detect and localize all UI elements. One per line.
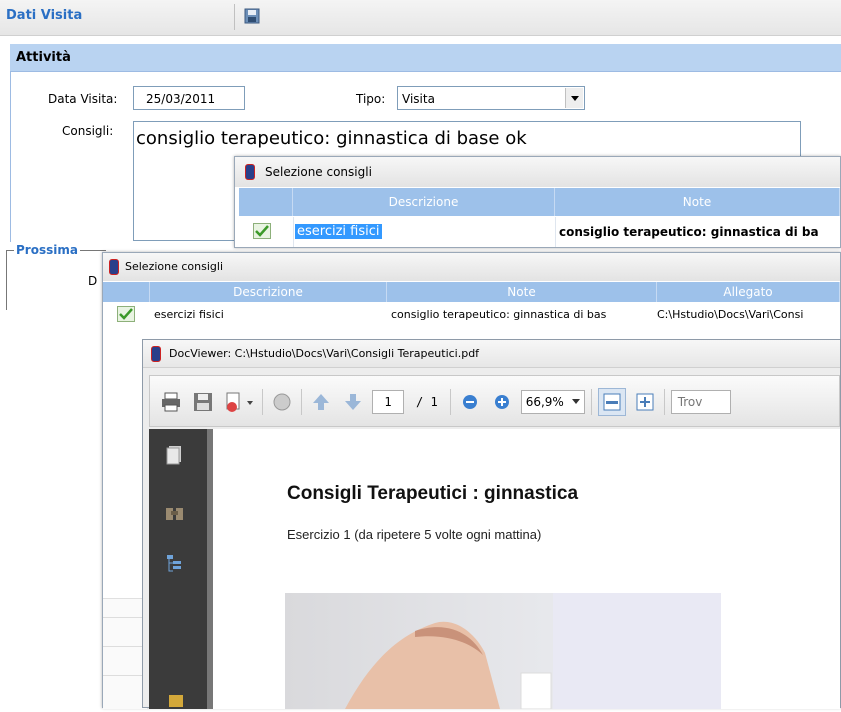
check-icon[interactable] [253, 223, 271, 239]
dialog1-rowheader-col [239, 188, 293, 216]
grid-line [293, 217, 294, 247]
dialog2-header-allegato[interactable]: Allegato [657, 282, 840, 302]
app-icon [109, 259, 119, 275]
chevron-down-icon [571, 96, 579, 101]
save-icon[interactable] [190, 389, 216, 415]
zoom-in-icon[interactable] [489, 389, 515, 415]
data-visita-field[interactable]: 25/03/2011 [133, 86, 245, 110]
d-label: D [88, 274, 98, 288]
consigli-label: Consigli: [62, 124, 114, 138]
data-visita-label: Data Visita: [48, 92, 118, 106]
page-number-value: 1 [384, 395, 392, 409]
pdf-page: Consigli Terapeutici : ginnastica Eserci… [213, 429, 840, 710]
next-page-icon[interactable] [340, 389, 366, 415]
app-icon [245, 164, 255, 180]
bookmarks-panel-icon[interactable] [165, 553, 185, 575]
find-input[interactable]: Trov [670, 390, 731, 414]
header-title: Dati Visita [6, 8, 83, 23]
pdf-side-panel [149, 429, 207, 709]
dialog1-row-descrizione[interactable]: esercizi fisici [295, 224, 382, 239]
hand-tool-icon[interactable] [269, 389, 295, 415]
page-number-input[interactable]: 1 [372, 390, 404, 414]
data-visita-value: 25/03/2011 [146, 92, 216, 106]
prossima-label: Prossima [14, 243, 80, 257]
dialog1-header-descrizione[interactable]: Descrizione [293, 188, 555, 216]
dialog1-titlebar[interactable]: Selezione consigli [235, 157, 840, 187]
zoom-out-icon[interactable] [457, 389, 483, 415]
pdf-page-area: Consigli Terapeutici : ginnastica Eserci… [207, 429, 840, 710]
form-left-border [10, 72, 11, 242]
dialog2-header-note[interactable]: Note [387, 282, 657, 302]
table-row[interactable]: esercizi fisici consiglio terapeutico: g… [103, 303, 840, 325]
dialog2-row-allegato: C:\Hstudio\Docs\Vari\Consi [657, 307, 804, 321]
section-attivita: Attività [10, 44, 841, 72]
attachments-panel-icon[interactable] [163, 503, 187, 525]
exercise-photo [285, 593, 721, 710]
doc-title: Consigli Terapeutici : ginnastica [287, 483, 579, 504]
dialog2-row-note: consiglio terapeutico: ginnastica di bas [391, 307, 607, 321]
dialog2-rowheader-col [103, 282, 150, 302]
docviewer-titlebar[interactable]: DocViewer: C:\Hstudio\Docs\Vari\Consigli… [143, 340, 840, 368]
toolbar-separator [301, 389, 302, 415]
zoom-value: 66,9% [525, 395, 564, 409]
page-total: / 1 [416, 395, 438, 409]
save-disk-icon[interactable] [244, 8, 260, 24]
app-icon [151, 346, 161, 362]
docviewer-title: DocViewer: C:\Hstudio\Docs\Vari\Consigli… [169, 347, 480, 360]
tipo-label: Tipo: [356, 92, 386, 106]
dialog1-row-note: consiglio terapeutico: ginnastica di ba [559, 225, 819, 239]
check-icon[interactable] [117, 306, 135, 322]
dialog2-lower-left-area [103, 598, 147, 709]
previous-page-icon[interactable] [308, 389, 334, 415]
section-title: Attività [16, 50, 71, 65]
dialog2-row-descrizione[interactable]: esercizi fisici [150, 303, 387, 325]
tipo-dropdown-button[interactable] [565, 88, 583, 108]
pages-panel-icon[interactable] [165, 443, 185, 465]
dialog1-title: Selezione consigli [265, 165, 372, 179]
zoom-select[interactable]: 66,9% [520, 390, 585, 414]
docviewer-window: DocViewer: C:\Hstudio\Docs\Vari\Consigli… [142, 339, 841, 710]
dialog2-header-descrizione[interactable]: Descrizione [150, 282, 387, 302]
find-placeholder: Trov [677, 395, 703, 409]
header-divider [234, 4, 235, 30]
doc-text: Esercizio 1 (da ripetere 5 volte ogni ma… [287, 527, 542, 542]
tipo-select[interactable]: Visita [397, 86, 585, 110]
dialog1-header-note[interactable]: Note [555, 188, 840, 216]
lock-icon [167, 687, 185, 709]
dati-visita-header: Dati Visita [0, 0, 841, 36]
toolbar-separator [590, 389, 592, 415]
toolbar-separator [262, 389, 263, 415]
table-row[interactable]: esercizi fisici consiglio terapeutico: g… [239, 217, 840, 247]
dialog2-title: Selezione consigli [125, 260, 224, 273]
exercise-leg-image [345, 593, 721, 710]
attach-document-icon[interactable] [222, 389, 256, 415]
tipo-value: Visita [402, 92, 435, 106]
fit-page-icon[interactable] [632, 389, 658, 415]
toolbar-separator [663, 389, 665, 415]
consigli-text: consiglio terapeutico: ginnastica di bas… [136, 128, 527, 149]
selezione-consigli-dialog-1: Selezione consigli Descrizione Note eser… [234, 156, 841, 248]
chevron-down-icon [571, 399, 580, 404]
print-icon[interactable] [158, 389, 184, 415]
fit-width-icon[interactable] [597, 388, 626, 416]
dialog2-titlebar[interactable]: Selezione consigli [103, 253, 840, 281]
pdf-toolbar: 1 / 1 66,9% Trov [149, 375, 840, 427]
toolbar-separator [449, 389, 451, 415]
